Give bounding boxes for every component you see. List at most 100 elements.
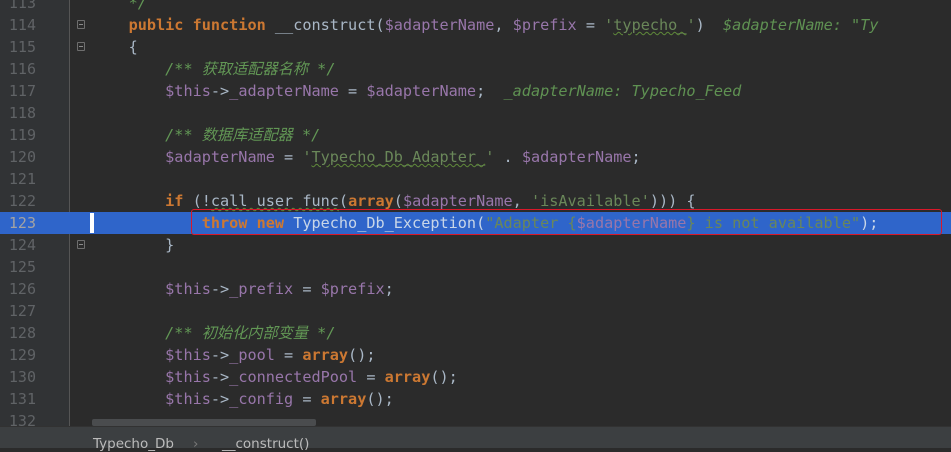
code-line[interactable]: 119 /** 数据库适配器 */ [0, 124, 951, 146]
code-line[interactable]: 128 /** 初始化内部变量 */ [0, 322, 951, 344]
line-number[interactable]: 119 [0, 124, 36, 146]
code-token: = [338, 82, 367, 100]
code-token: . [494, 148, 522, 166]
code-token: ' [686, 16, 696, 34]
code-text[interactable]: /** 获取适配器名称 */ [92, 58, 335, 80]
fold-toggle-icon[interactable] [77, 42, 85, 51]
code-token: (); [366, 390, 394, 408]
line-number[interactable]: 116 [0, 58, 36, 80]
line-number[interactable]: 118 [0, 102, 36, 124]
code-text[interactable]: { [92, 36, 138, 58]
code-text[interactable]: $this->_pool = array(); [92, 344, 375, 366]
code-line[interactable]: 121 [0, 168, 951, 190]
horizontal-scrollbar-thumb[interactable] [92, 419, 316, 426]
code-line[interactable]: 117 $this->_adapterName = $adapterName; … [0, 80, 951, 102]
code-text[interactable]: throw new Typecho_Db_Exception("Adapter … [92, 212, 879, 234]
code-token: Typecho_Db_Exception( [284, 214, 486, 232]
code-text[interactable]: $this->_adapterName = $adapterName; _ada… [92, 80, 741, 102]
code-line[interactable]: 116 /** 获取适配器名称 */ [0, 58, 951, 80]
code-line[interactable]: 124 } [0, 234, 951, 256]
code-token: { [92, 38, 138, 56]
line-number[interactable]: 125 [0, 256, 36, 278]
code-line[interactable]: 114 public function __construct( $adapter… [0, 14, 951, 36]
code-token: = [357, 368, 385, 386]
line-number[interactable]: 120 [0, 146, 36, 168]
line-number[interactable]: 129 [0, 344, 36, 366]
code-token: throw [201, 214, 248, 232]
code-line[interactable]: 120 $adapterName = 'Typecho_Db_Adapter_'… [0, 146, 951, 168]
code-token: -> [210, 346, 230, 364]
line-number[interactable]: 124 [0, 234, 36, 256]
line-number[interactable]: 122 [0, 190, 36, 212]
line-number[interactable]: 121 [0, 168, 36, 190]
code-editor[interactable]: 113 */114 public function __construct($a… [0, 0, 951, 426]
code-text[interactable]: $this->_connectedPool = array(); [92, 366, 458, 388]
line-number[interactable]: 113 [0, 0, 36, 14]
code-line[interactable]: 131 $this->_config = array(); [0, 388, 951, 410]
line-number[interactable]: 128 [0, 322, 36, 344]
code-text[interactable]: public function __construct( $adapterName… [92, 14, 879, 36]
line-number[interactable]: 117 [0, 80, 36, 102]
code-text[interactable]: /** 初始化内部变量 */ [92, 322, 335, 344]
code-token: /** 获取适配器名称 */ [165, 60, 336, 78]
code-token: typecho_ [613, 16, 687, 34]
code-token: -> [210, 280, 230, 298]
line-number[interactable]: 132 [0, 410, 36, 426]
line-number[interactable]: 114 [0, 14, 36, 36]
code-token: (); [430, 368, 458, 386]
line-number[interactable]: 130 [0, 366, 36, 388]
code-token: /** 数据库适配器 */ [165, 126, 321, 144]
code-token: -> [210, 390, 230, 408]
code-token: ; [631, 148, 641, 166]
code-line[interactable]: 115 { [0, 36, 951, 58]
code-line[interactable]: 118 [0, 102, 951, 124]
fold-toggle-icon[interactable] [77, 20, 85, 29]
fold-toggle-icon[interactable] [77, 240, 85, 249]
code-token: _config [229, 390, 294, 408]
code-token: array [384, 368, 431, 386]
code-line[interactable]: 127 [0, 300, 951, 322]
code-token: (); [348, 346, 376, 364]
line-number[interactable]: 115 [0, 36, 36, 58]
code-token: , [512, 192, 531, 210]
code-line[interactable]: 126 $this->_prefix = $prefix; [0, 278, 951, 300]
code-line[interactable]: 123 throw new Typecho_Db_Exception("Adap… [0, 212, 951, 234]
code-token: call_user_func [210, 192, 339, 210]
line-number[interactable]: 123 [0, 212, 36, 234]
code-line[interactable]: 122 if (!call_user_func(array($adapterNa… [0, 190, 951, 212]
code-token: __construct( [265, 16, 385, 34]
code-token: $prefix [320, 280, 385, 298]
code-text[interactable]: if (!call_user_func(array($adapterName, … [92, 190, 695, 212]
code-token: public [128, 16, 184, 34]
code-line[interactable]: 130 $this->_connectedPool = array(); [0, 366, 951, 388]
code-text[interactable]: } [92, 234, 174, 256]
breadcrumb-class[interactable]: Typecho_Db [93, 436, 174, 452]
breadcrumb: Typecho_Db › __construct() [0, 426, 951, 452]
code-line[interactable]: 125 [0, 256, 951, 278]
line-number[interactable]: 131 [0, 388, 36, 410]
code-text[interactable]: */ [92, 0, 147, 14]
code-token: $adapterName: "Ty [723, 16, 879, 34]
code-token: $this [165, 346, 211, 364]
code-token: function [192, 16, 266, 34]
code-text[interactable]: $this->_prefix = $prefix; [92, 278, 394, 300]
code-token: -> [210, 368, 230, 386]
breadcrumb-method[interactable]: __construct() [222, 436, 309, 452]
code-token: $this [165, 368, 211, 386]
code-text[interactable]: /** 数据库适配器 */ [92, 124, 320, 146]
code-text[interactable]: $this->_config = array(); [92, 388, 394, 410]
line-number[interactable]: 127 [0, 300, 36, 322]
code-text[interactable]: $adapterName = 'Typecho_Db_Adapter_' . $… [92, 146, 641, 168]
code-line[interactable]: 129 $this->_pool = array(); [0, 344, 951, 366]
code-line[interactable]: 113 */ [0, 0, 951, 14]
line-number[interactable]: 126 [0, 278, 36, 300]
